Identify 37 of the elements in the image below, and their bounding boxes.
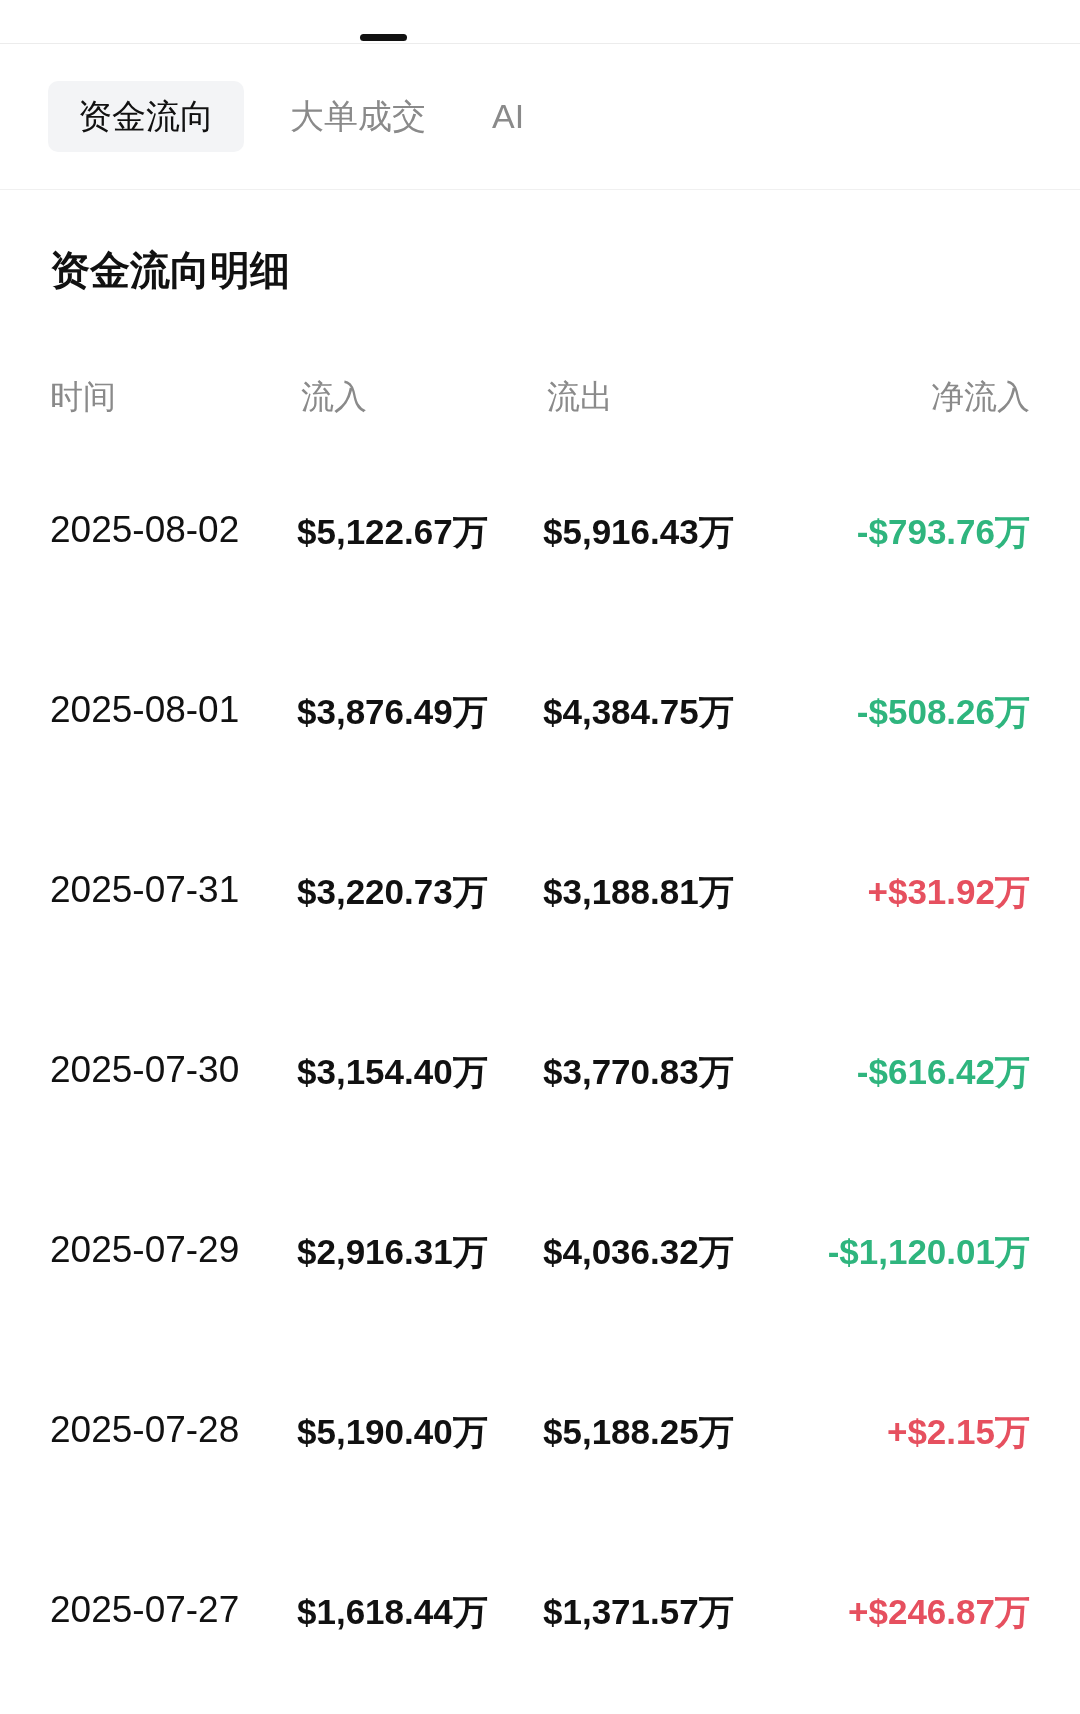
net-inflow-cell-text: +$246.87万 [848,1590,1030,1633]
date-cell-text: 2025-07-28 [50,1409,241,1451]
inflow-cell-text: $3,154.40万 [297,1050,489,1093]
sub-tab[interactable]: 资金流向 [48,81,244,152]
column-header: 净流入 [931,377,1030,417]
outflow-cell-text: $4,384.75万 [543,690,735,733]
column-header: 时间 [50,377,117,417]
column-header: 流入 [300,377,368,417]
date-cell-text: 2025-07-31 [50,869,241,911]
inflow-cell-text: $3,876.49万 [297,690,489,733]
date-cell-text: 2025-07-27 [50,1589,241,1631]
net-inflow-cell-text: +$2.15万 [886,1410,1030,1453]
date-cell-text: 2025-08-02 [50,509,241,551]
sub-tab[interactable]: 大单成交 [270,81,446,152]
inflow-cell-text: $5,122.67万 [297,510,489,553]
date-cell-text: 2025-07-30 [50,1049,241,1091]
date-cell-text: 2025-08-01 [50,689,241,731]
inflow-cell-text: $3,220.73万 [297,870,489,913]
net-inflow-cell-text: -$1,120.01万 [827,1230,1030,1273]
outflow-cell-text: $4,036.32万 [543,1230,735,1273]
outflow-cell-text: $1,371.57万 [543,1590,735,1633]
column-header: 流出 [546,377,614,417]
sub-tab[interactable]: AI [472,81,545,152]
inflow-cell-text: $1,618.44万 [297,1590,489,1633]
net-inflow-cell-text: +$31.92万 [867,870,1030,913]
tab-indicator [360,34,407,41]
date-cell-text: 2025-07-29 [50,1229,241,1271]
inflow-cell-text: $5,190.40万 [297,1410,489,1453]
net-inflow-cell-text: -$793.76万 [856,510,1030,553]
outflow-cell-text: $3,188.81万 [543,870,735,913]
outflow-cell-text: $5,916.43万 [543,510,735,553]
net-inflow-cell-text: -$616.42万 [856,1050,1030,1093]
net-inflow-cell-text: -$508.26万 [856,690,1030,733]
section-title: 资金流向明细 [50,247,291,293]
outflow-cell-text: $3,770.83万 [543,1050,735,1093]
inflow-cell-text: $2,916.31万 [297,1230,489,1273]
outflow-cell-text: $5,188.25万 [543,1410,735,1453]
